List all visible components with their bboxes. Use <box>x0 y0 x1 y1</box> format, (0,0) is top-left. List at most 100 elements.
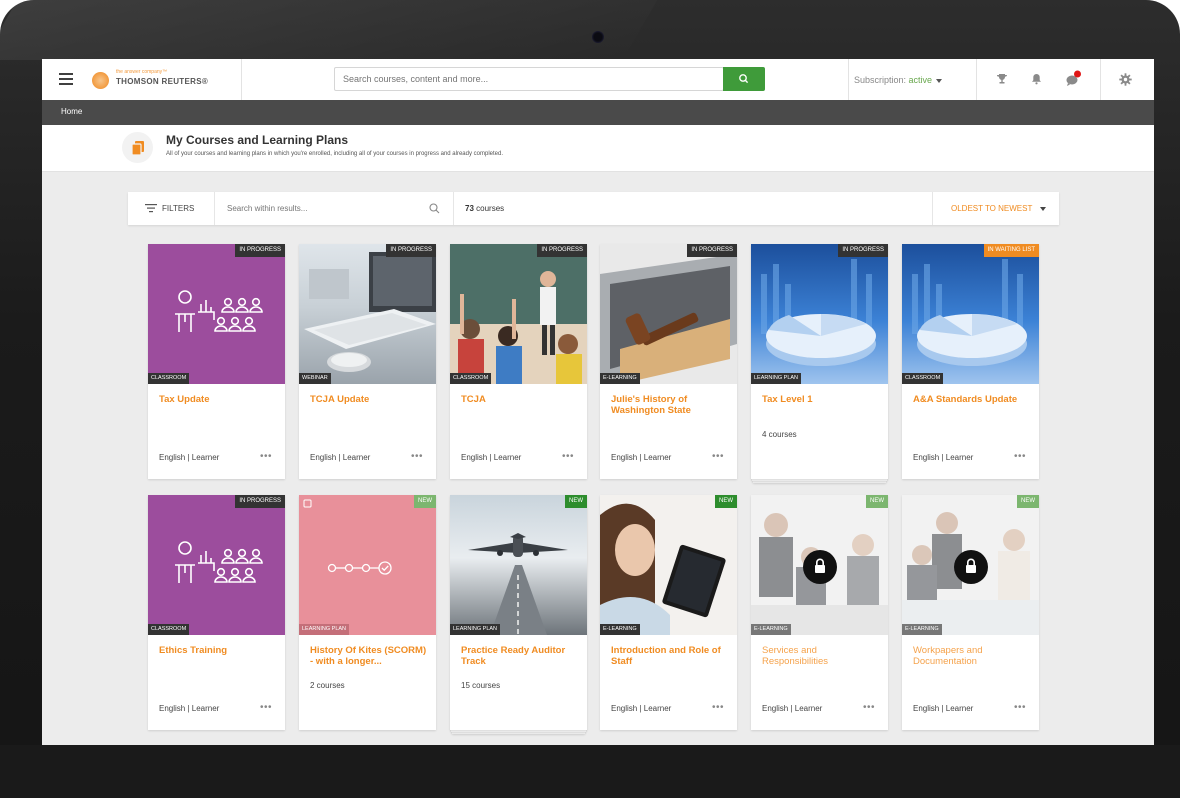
course-meta: English | Learner <box>913 704 974 713</box>
results-search-input[interactable] <box>225 203 419 214</box>
subscription-selector[interactable]: Subscription: active <box>854 75 943 85</box>
page-title: My Courses and Learning Plans <box>166 133 349 147</box>
course-card[interactable]: IN PROGRESS WEBINAR TCJA Update English … <box>299 244 436 479</box>
more-options-icon[interactable]: ••• <box>712 702 724 713</box>
course-card[interactable]: IN PROGRESS CLASSROOM Tax Update English… <box>148 244 285 479</box>
course-title[interactable]: Julie's History of Washington State <box>611 394 729 416</box>
courses-icon <box>122 132 153 163</box>
learning-plan-card[interactable]: NEW LEARNING PLAN Practice Ready Auditor… <box>450 495 587 730</box>
course-type-label: CLASSROOM <box>148 373 190 384</box>
course-card[interactable]: NEW E-LEARNING Introduction and Role of … <box>600 495 737 730</box>
course-title[interactable]: History Of Kites (SCORM) - with a longer… <box>310 645 428 667</box>
computer-lab-photo <box>304 252 436 372</box>
course-thumbnail: IN WAITING LIST CLASSROOM <box>902 244 1039 384</box>
course-type-label: E-LEARNING <box>600 373 640 384</box>
global-search-input[interactable] <box>341 73 715 85</box>
app-screen: the answer company™ THOMSON REUTERS® Sub… <box>42 59 1154 745</box>
more-options-icon[interactable]: ••• <box>260 451 272 462</box>
status-badge: IN PROGRESS <box>235 244 285 257</box>
status-badge: NEW <box>1017 495 1039 508</box>
trophy-icon[interactable] <box>996 73 1008 85</box>
divider <box>976 59 977 100</box>
filter-bar: FILTERS 73 courses OLDEST TO NEWEST <box>128 192 1059 225</box>
results-count-number: 73 <box>465 204 474 213</box>
course-count: 2 courses <box>310 681 345 690</box>
course-card-locked[interactable]: NEW E-LEARNING Workpapers and Documentat… <box>902 495 1039 730</box>
learning-plan-card[interactable]: NEW LEARNING PLAN History Of Kites (SCOR… <box>299 495 436 730</box>
pie-chart-photo <box>761 259 876 366</box>
lock-icon <box>803 550 837 584</box>
gear-icon[interactable] <box>1119 73 1132 86</box>
course-title[interactable]: Tax Update <box>159 394 277 405</box>
subscription-status: active <box>908 75 933 85</box>
results-search <box>215 192 454 225</box>
course-meta: English | Learner <box>159 453 220 462</box>
results-count-unit: courses <box>476 204 505 213</box>
course-type-label: WEBINAR <box>299 373 331 384</box>
course-card[interactable]: IN PROGRESS CLASSROOM TCJA English | Lea… <box>450 244 587 479</box>
menu-icon[interactable] <box>59 73 73 85</box>
webcam <box>592 31 604 43</box>
course-title[interactable]: TCJA <box>461 394 579 405</box>
course-type-label: CLASSROOM <box>148 624 190 635</box>
more-options-icon[interactable]: ••• <box>260 702 272 713</box>
status-badge: NEW <box>565 495 587 508</box>
more-options-icon[interactable]: ••• <box>1014 451 1026 462</box>
more-options-icon[interactable]: ••• <box>712 451 724 462</box>
course-meta: English | Learner <box>611 704 672 713</box>
course-thumbnail: NEW LEARNING PLAN <box>299 495 436 635</box>
status-badge: IN PROGRESS <box>386 244 436 257</box>
course-meta: English | Learner <box>762 704 823 713</box>
page-subtitle: All of your courses and learning plans i… <box>166 151 503 157</box>
course-thumbnail: IN PROGRESS E-LEARNING <box>600 244 737 384</box>
more-options-icon[interactable]: ••• <box>1014 702 1026 713</box>
bell-icon[interactable] <box>1031 73 1042 85</box>
course-title[interactable]: Workpapers and Documentation <box>913 645 1031 667</box>
more-options-icon[interactable]: ••• <box>863 702 875 713</box>
chevron-down-icon <box>1040 207 1046 211</box>
chat-notification-icon[interactable] <box>1065 69 1083 87</box>
classroom-icon <box>175 541 263 583</box>
laptop-frame: the answer company™ THOMSON REUTERS® Sub… <box>0 0 1180 798</box>
course-type-label: CLASSROOM <box>450 373 492 384</box>
divider <box>848 59 849 100</box>
course-card[interactable]: IN PROGRESS CLASSROOM Ethics Training En… <box>148 495 285 730</box>
brand-logo[interactable]: the answer company™ THOMSON REUTERS® <box>92 69 232 91</box>
logo-mark-icon <box>92 72 109 89</box>
course-title[interactable]: A&A Standards Update <box>913 394 1031 405</box>
course-type-label: LEARNING PLAN <box>751 373 802 384</box>
course-thumbnail: IN PROGRESS CLASSROOM <box>148 244 285 384</box>
course-thumbnail: IN PROGRESS CLASSROOM <box>450 244 587 384</box>
airplane-photo <box>468 533 568 635</box>
course-title[interactable]: Practice Ready Auditor Track <box>461 645 579 667</box>
learning-plan-card[interactable]: IN PROGRESS LEARNING PLAN Tax Level 1 4 … <box>751 244 888 479</box>
search-button[interactable] <box>723 67 765 91</box>
course-title[interactable]: Introduction and Role of Staff <box>611 645 729 667</box>
breadcrumb-home[interactable]: Home <box>61 107 82 116</box>
status-badge: IN PROGRESS <box>838 244 888 257</box>
course-thumbnail: IN PROGRESS LEARNING PLAN <box>751 244 888 384</box>
logo-tagline: the answer company™ <box>116 69 168 75</box>
course-card[interactable]: IN WAITING LIST CLASSROOM A&A Standards … <box>902 244 1039 479</box>
course-title[interactable]: Ethics Training <box>159 645 277 656</box>
filters-label: FILTERS <box>162 204 195 213</box>
status-badge: NEW <box>866 495 888 508</box>
course-thumbnail: NEW E-LEARNING <box>600 495 737 635</box>
course-meta: English | Learner <box>913 453 974 462</box>
more-options-icon[interactable]: ••• <box>562 451 574 462</box>
breadcrumb: Home <box>42 100 1154 125</box>
course-meta: English | Learner <box>461 453 522 462</box>
course-title[interactable]: Services and Responsibilities <box>762 645 880 667</box>
more-options-icon[interactable]: ••• <box>411 451 423 462</box>
course-type-label: LEARNING PLAN <box>450 624 501 635</box>
sort-dropdown[interactable]: OLDEST TO NEWEST <box>932 192 1060 225</box>
course-thumbnail: IN PROGRESS WEBINAR <box>299 244 436 384</box>
course-title[interactable]: TCJA Update <box>310 394 428 405</box>
course-card[interactable]: IN PROGRESS E-LEARNING Julie's History o… <box>600 244 737 479</box>
logo-name: THOMSON REUTERS® <box>116 77 209 86</box>
course-card-locked[interactable]: NEW E-LEARNING Services and Responsibili… <box>751 495 888 730</box>
search-icon[interactable] <box>429 203 440 214</box>
course-title[interactable]: Tax Level 1 <box>762 394 880 405</box>
classroom-photo <box>450 244 587 384</box>
filters-button[interactable]: FILTERS <box>128 192 215 225</box>
